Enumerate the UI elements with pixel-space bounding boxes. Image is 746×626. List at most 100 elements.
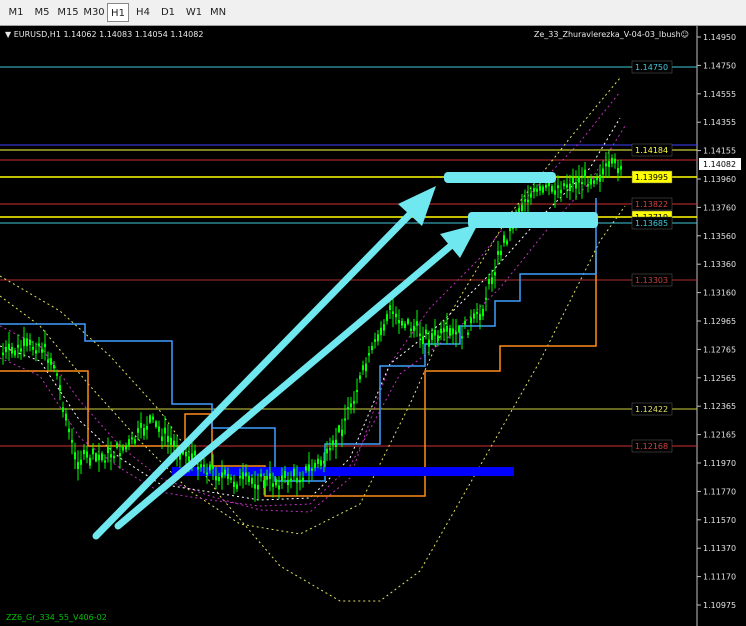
level-label-text: 1.13685 (635, 219, 668, 228)
candle-body (545, 184, 547, 188)
level-label-text: 1.14184 (635, 146, 668, 155)
candle-body (506, 240, 508, 245)
chart-area[interactable]: 1.14950 1.14750 1.14555 1.14355 1.14155 1.139… (0, 26, 746, 626)
timeframe-w1-button[interactable]: W1 (183, 3, 205, 22)
candle-body (536, 188, 538, 192)
candle-body (194, 450, 196, 456)
timeframe-mn-button[interactable]: MN (207, 3, 229, 22)
candle-body (326, 448, 328, 454)
candle-body (338, 425, 340, 433)
candle-body (152, 416, 154, 420)
candle-body (242, 472, 244, 480)
candle-body (419, 333, 421, 337)
candle-body (215, 476, 217, 481)
timeframe-m5-button[interactable]: M5 (30, 3, 54, 22)
price-axis-label: 1.13760 (703, 203, 736, 212)
candle-body (314, 463, 316, 468)
candle-body (563, 183, 565, 187)
candle-body (329, 447, 331, 451)
candle-body (293, 468, 295, 477)
candle-body (254, 484, 256, 489)
price-chart[interactable]: 1.14950 1.14750 1.14555 1.14355 1.14155 1.139… (0, 26, 746, 626)
candle-body (86, 451, 88, 458)
candle-body (227, 473, 229, 479)
candle-body (305, 466, 307, 471)
candle-body (233, 481, 235, 488)
candle-body (449, 327, 451, 336)
candle-body (470, 317, 472, 324)
timeframe-h4-button[interactable]: H4 (132, 3, 154, 22)
candle-body (80, 459, 82, 465)
candle-body (53, 365, 55, 369)
candle-body (428, 339, 430, 347)
candle-body (494, 272, 496, 276)
price-axis-label: 1.14750 (703, 61, 736, 70)
price-axis-label: 1.14155 (703, 147, 736, 156)
candle-body (398, 320, 400, 324)
candle-body (140, 423, 142, 428)
price-axis-label: 1.13360 (703, 260, 736, 269)
price-axis-label: 1.11970 (703, 459, 736, 468)
candle-body (395, 313, 397, 318)
candle-body (557, 185, 559, 189)
candle-body (434, 329, 436, 336)
candle-body (530, 193, 532, 198)
candle-body (551, 186, 553, 192)
candle-body (17, 344, 19, 348)
timeframe-m15-button[interactable]: M15 (56, 3, 80, 22)
candle-body (170, 437, 172, 446)
candle-body (488, 279, 490, 285)
candle-body (455, 331, 457, 335)
timeframe-h1-button[interactable]: H1 (107, 3, 129, 22)
candle-body (539, 185, 541, 191)
price-axis-label: 1.13960 (703, 175, 736, 184)
candle-body (347, 407, 349, 410)
candle-body (425, 329, 427, 334)
candle-body (20, 348, 22, 352)
candle-body (443, 328, 445, 333)
candle-body (38, 343, 40, 347)
candle-body (2, 352, 4, 356)
price-axis-label: 1.11770 (703, 487, 736, 496)
price-axis-label: 1.12765 (703, 345, 736, 354)
level-label-text: 1.12422 (635, 405, 668, 414)
level-label-text: 1.14750 (635, 63, 668, 72)
timeframe-d1-button[interactable]: D1 (157, 3, 179, 22)
candle-body (332, 440, 334, 446)
candle-body (239, 476, 241, 479)
candle-body (26, 338, 28, 347)
candle-body (257, 485, 259, 490)
candle-body (605, 163, 607, 167)
candle-body (158, 426, 160, 432)
candle-body (482, 308, 484, 317)
candle-body (356, 390, 358, 393)
candle-body (251, 478, 253, 484)
candle-body (611, 157, 613, 164)
candle-body (5, 347, 7, 353)
candle-body (413, 325, 415, 332)
level-label-text: 1.13303 (635, 276, 668, 285)
candle-body (272, 483, 274, 487)
timeframe-m1-button[interactable]: M1 (4, 3, 28, 22)
price-axis-label: 1.12565 (703, 374, 736, 383)
candle-body (461, 336, 463, 339)
candle-body (101, 453, 103, 461)
candle-body (554, 190, 556, 195)
candle-body (68, 428, 70, 433)
candle-body (248, 475, 250, 483)
candle-body (107, 446, 109, 454)
candle-body (302, 477, 304, 482)
price-axis-label: 1.11170 (703, 573, 736, 582)
candle-body (614, 158, 616, 164)
candle-body (491, 277, 493, 284)
candle-body (119, 453, 121, 457)
timeframe-m30-button[interactable]: M30 (82, 3, 106, 22)
candle-body (521, 204, 523, 212)
candle-body (323, 460, 325, 464)
candle-body (299, 479, 301, 483)
candle-body (29, 339, 31, 346)
candle-body (200, 464, 202, 468)
level-label-text: 1.13822 (635, 200, 668, 209)
candle-body (572, 177, 574, 184)
candle-body (278, 485, 280, 490)
